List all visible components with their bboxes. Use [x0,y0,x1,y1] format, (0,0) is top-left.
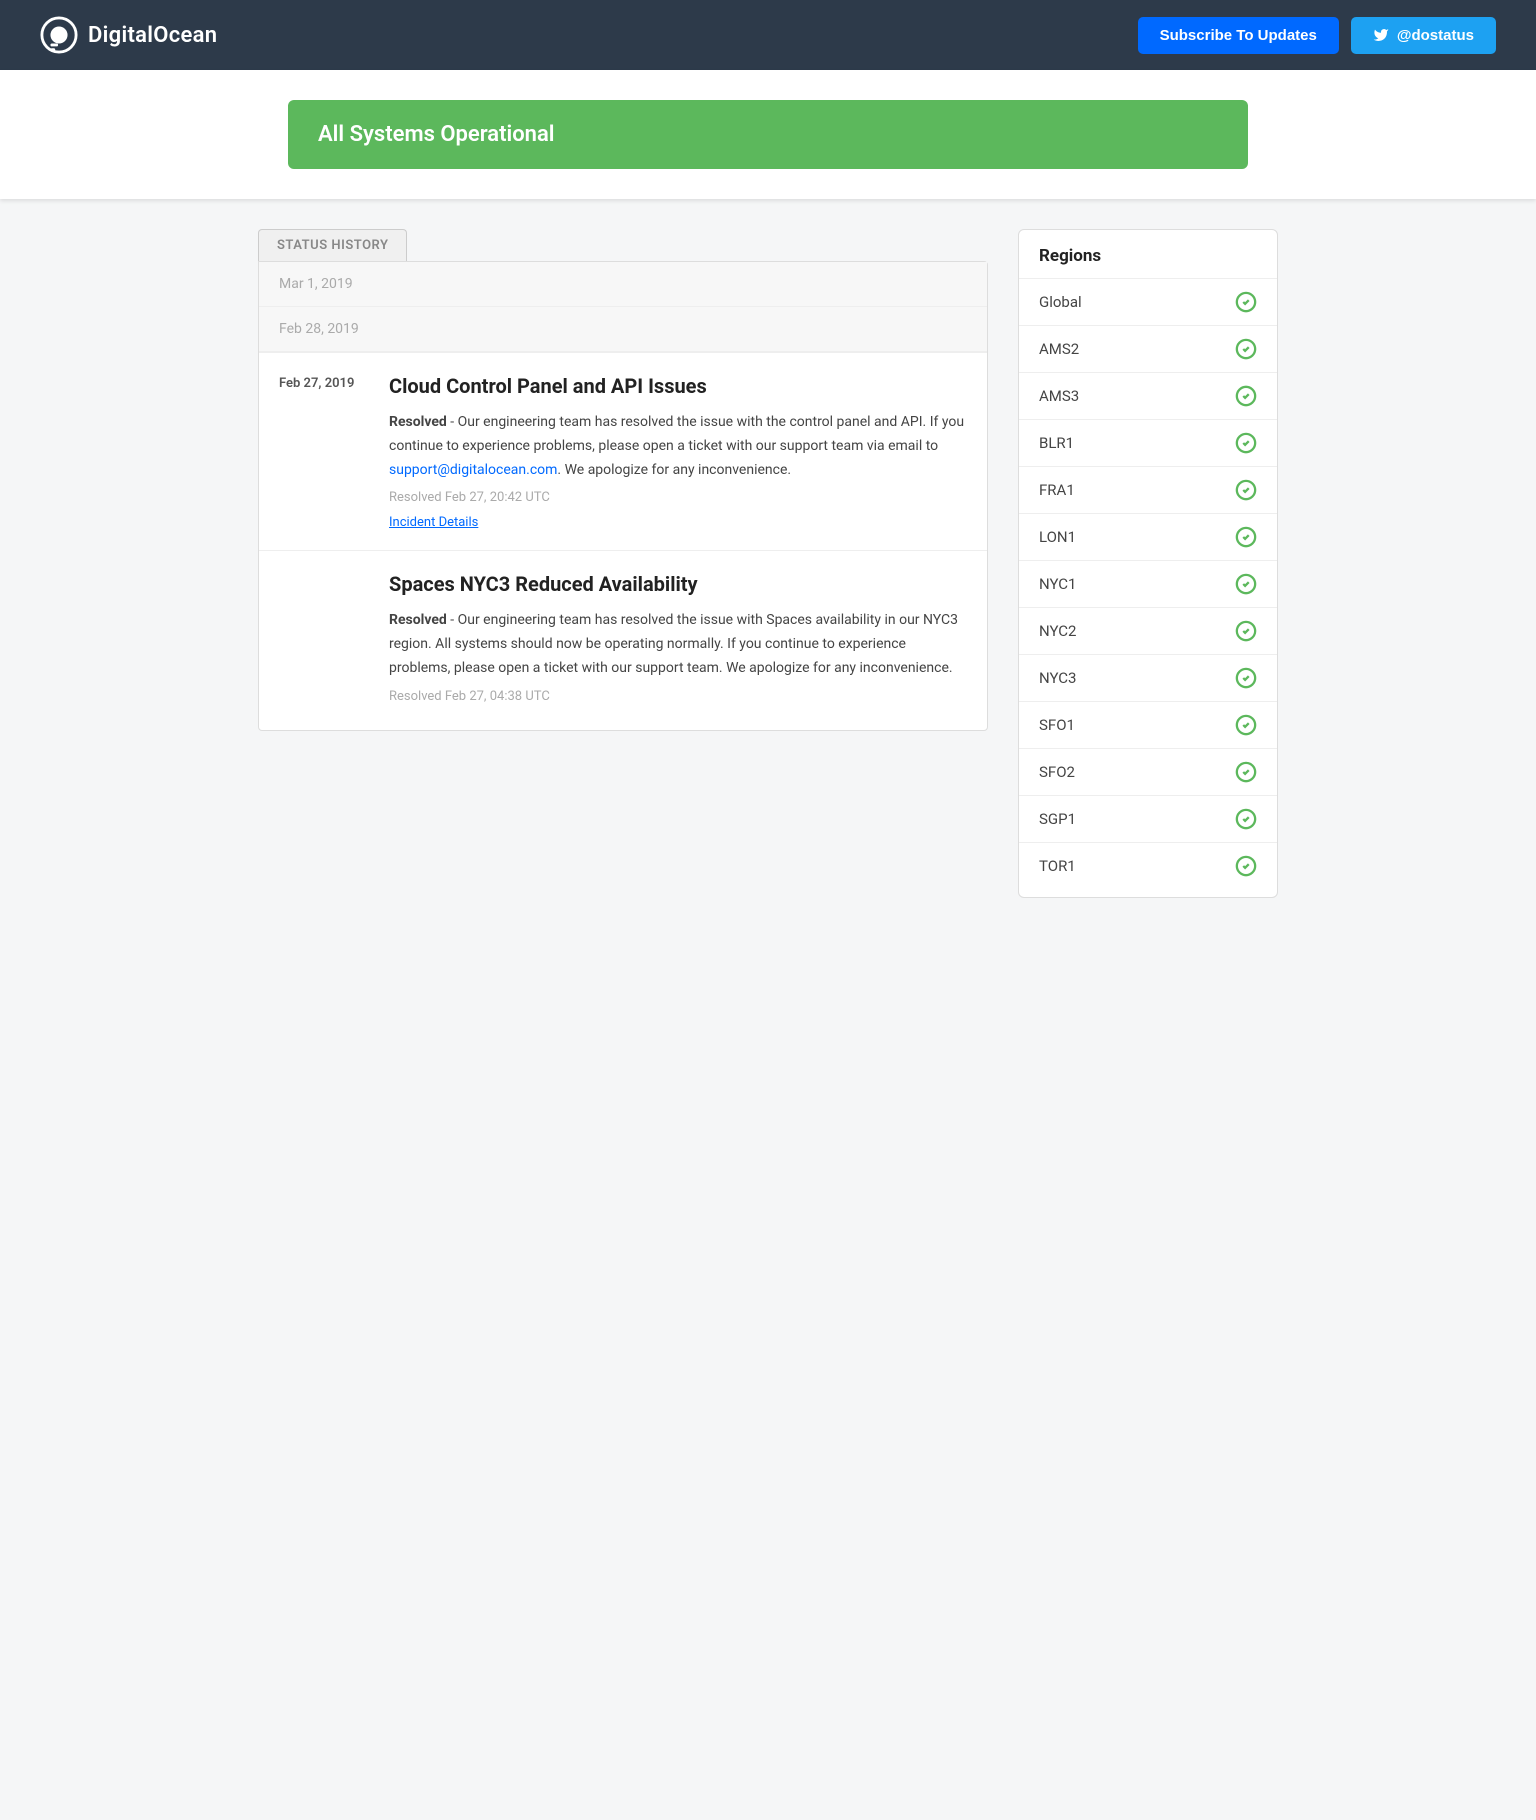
region-tor1-name: TOR1 [1039,857,1076,875]
region-tor1-check-icon [1235,855,1257,877]
subscribe-button[interactable]: Subscribe To Updates [1138,17,1339,54]
twitter-label: @dostatus [1397,27,1474,44]
region-sfo2-check-icon [1235,761,1257,783]
logo-text: DigitalOcean [88,23,217,48]
region-sfo2: SFO2 [1019,749,1277,796]
region-ams2-name: AMS2 [1039,340,1079,358]
status-banner-text: All Systems Operational [318,122,554,147]
region-sgp1-name: SGP1 [1039,810,1076,828]
status-history-section: STATUS HISTORY Mar 1, 2019 Feb 28, 2019 … [258,229,988,731]
logo-container: DigitalOcean [40,16,217,54]
region-global: Global [1019,279,1277,326]
incident-0: Feb 27, 2019 Cloud Control Panel and API… [259,352,987,550]
twitter-button[interactable]: @dostatus [1351,17,1496,54]
region-sfo1-name: SFO1 [1039,716,1075,734]
incident-0-update: Resolved - Our engineering team has reso… [389,411,967,482]
incident-0-title: Cloud Control Panel and API Issues [389,373,967,399]
region-nyc2-check-icon [1235,620,1257,642]
regions-title: Regions [1019,246,1277,279]
region-blr1: BLR1 [1019,420,1277,467]
region-nyc1-check-icon [1235,573,1257,595]
region-nyc2: NYC2 [1019,608,1277,655]
incident-1-content: Spaces NYC3 Reduced Availability Resolve… [389,571,967,709]
header-buttons: Subscribe To Updates @dostatus [1138,17,1496,54]
region-ams3: AMS3 [1019,373,1277,420]
region-nyc3-check-icon [1235,667,1257,689]
region-ams3-check-icon [1235,385,1257,407]
region-global-check-icon [1235,291,1257,313]
region-sgp1: SGP1 [1019,796,1277,843]
status-banner: All Systems Operational [288,100,1248,169]
status-history-body: Mar 1, 2019 Feb 28, 2019 Feb 27, 2019 Cl… [258,261,988,731]
status-banner-wrapper: All Systems Operational [0,70,1536,199]
region-fra1-name: FRA1 [1039,481,1075,499]
region-ams3-name: AMS3 [1039,387,1079,405]
incident-0-details-link[interactable]: Incident Details [389,515,478,530]
region-nyc3-name: NYC3 [1039,669,1077,687]
incident-0-date: Feb 27, 2019 [279,373,369,530]
incident-0-timestamp: Resolved Feb 27, 20:42 UTC [389,490,967,505]
region-ams2-check-icon [1235,338,1257,360]
region-blr1-check-icon [1235,432,1257,454]
region-lon1: LON1 [1019,514,1277,561]
incident-0-content: Cloud Control Panel and API Issues Resol… [389,373,967,530]
date-row-0: Mar 1, 2019 [259,262,987,307]
region-sfo2-name: SFO2 [1039,763,1075,781]
region-nyc1: NYC1 [1019,561,1277,608]
twitter-icon [1373,27,1389,43]
region-tor1: TOR1 [1019,843,1277,889]
status-history-tab: STATUS HISTORY [258,229,407,261]
region-nyc1-name: NYC1 [1039,575,1077,593]
incident-1-title: Spaces NYC3 Reduced Availability [389,571,967,597]
incident-1-update: Resolved - Our engineering team has reso… [389,609,967,680]
incident-1-timestamp: Resolved Feb 27, 04:38 UTC [389,689,967,704]
region-global-name: Global [1039,293,1082,311]
date-row-1: Feb 28, 2019 [259,307,987,352]
region-fra1: FRA1 [1019,467,1277,514]
region-fra1-check-icon [1235,479,1257,501]
region-ams2: AMS2 [1019,326,1277,373]
region-nyc3: NYC3 [1019,655,1277,702]
digitalocean-logo-icon [40,16,78,54]
region-sgp1-check-icon [1235,808,1257,830]
regions-sidebar: Regions Global AMS2 AMS3 [1018,229,1278,898]
region-sfo1-check-icon [1235,714,1257,736]
regions-list: Global AMS2 AMS3 [1019,279,1277,889]
region-lon1-name: LON1 [1039,528,1076,546]
region-lon1-check-icon [1235,526,1257,548]
region-blr1-name: BLR1 [1039,434,1074,452]
region-sfo1: SFO1 [1019,702,1277,749]
region-nyc2-name: NYC2 [1039,622,1077,640]
incident-1-date [279,571,369,709]
support-email-link[interactable]: support@digitalocean.com [389,462,557,478]
header: DigitalOcean Subscribe To Updates @dosta… [0,0,1536,70]
incident-1: Spaces NYC3 Reduced Availability Resolve… [259,550,987,729]
main-content: STATUS HISTORY Mar 1, 2019 Feb 28, 2019 … [238,229,1298,898]
